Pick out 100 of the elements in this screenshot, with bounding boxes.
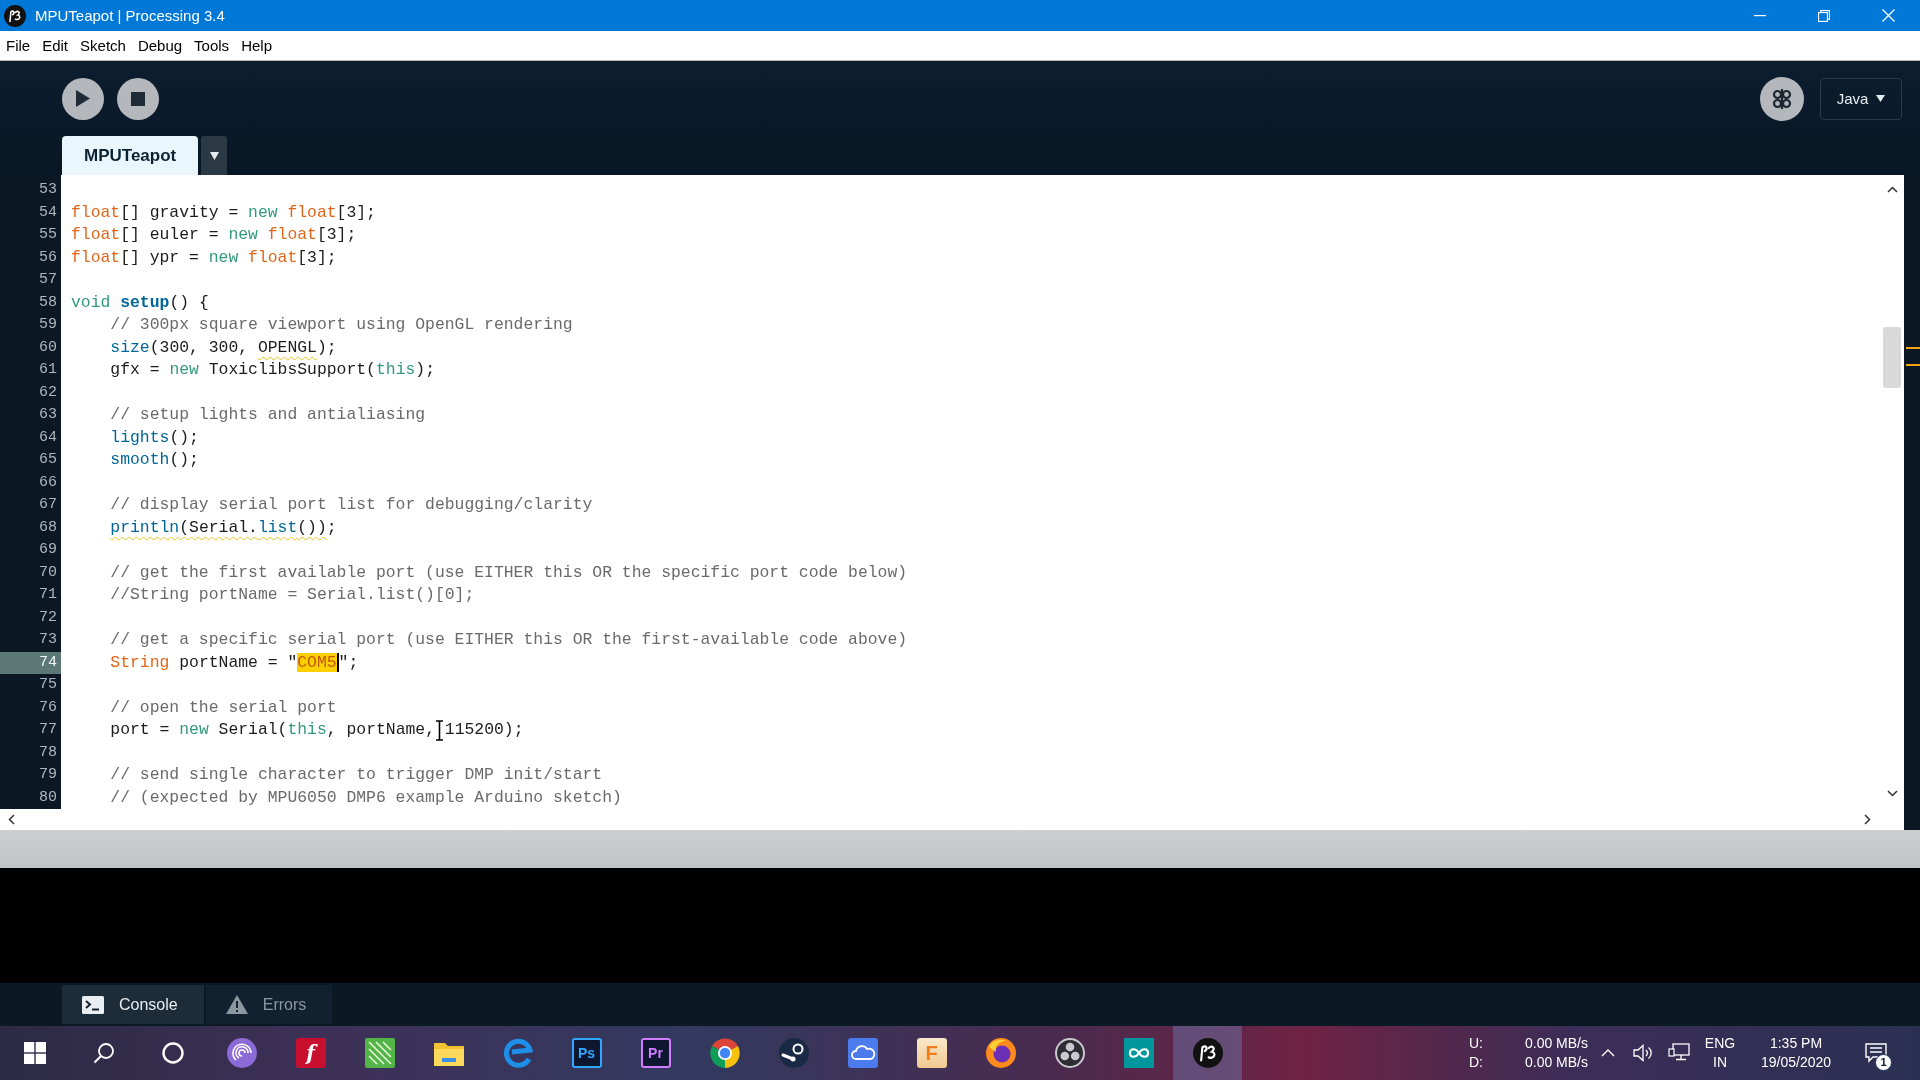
speaker-icon — [1633, 1044, 1653, 1062]
line-number: 68 — [38, 517, 58, 538]
code-line: lights(); — [110, 427, 199, 448]
menu-item[interactable]: Debug — [131, 31, 189, 60]
text-cursor-icon — [435, 719, 445, 741]
line-number: 76 — [38, 697, 58, 718]
caret-icon — [1876, 95, 1886, 102]
ring-icon — [161, 1042, 184, 1064]
caret-icon — [209, 151, 219, 160]
line-number: 75 — [38, 675, 58, 695]
line-number: 54 — [38, 202, 58, 223]
app-logo-tile: Ps — [571, 1038, 602, 1068]
code-line: // (expected by MPU6050 DMP6 example Arduino sketch) — [110, 787, 622, 808]
swirl-icon — [502, 1038, 533, 1068]
code-line: void setup() { — [71, 292, 209, 313]
line-number: 73 — [38, 630, 58, 650]
menu-item[interactable]: Help — [235, 31, 278, 60]
line-number: 58 — [38, 292, 58, 313]
console-tab[interactable]: Errors — [205, 985, 333, 1024]
code-line: gfx = new ToxiclibsSupport(this); — [110, 360, 435, 381]
code-line: "; — [338, 652, 359, 673]
window-title: MPUTeapot | Processing 3.4 — [35, 7, 225, 24]
warning-marker-icon — [1906, 347, 1920, 349]
line-number: 63 — [38, 405, 58, 425]
line-number: 64 — [38, 427, 58, 448]
minimize-icon — [1754, 14, 1766, 17]
chevron-up-icon — [1601, 1049, 1615, 1057]
menu-item[interactable]: File — [0, 31, 37, 60]
code-line: // get a specific serial port (use EITHER this OR the first-available code above) — [110, 630, 908, 651]
tab-menu-button[interactable] — [201, 136, 228, 175]
line-number: 78 — [38, 742, 58, 763]
stop-icon — [131, 91, 145, 106]
console-tab[interactable]: Console — [62, 985, 204, 1024]
line-number: 71 — [38, 585, 58, 605]
menu-item[interactable]: Edit — [36, 31, 75, 60]
notifications-button[interactable]: 1 — [1852, 1030, 1900, 1076]
scroll-right-icon — [1864, 814, 1871, 825]
code-line: println(Serial.list()); — [110, 517, 337, 538]
stop-button[interactable] — [117, 77, 159, 120]
scroll-down-icon — [1886, 790, 1898, 797]
code-line: float[] euler = new float[3]; — [71, 225, 357, 246]
line-number: 65 — [38, 450, 58, 470]
terminal-icon — [82, 995, 104, 1014]
taskbar-app-button[interactable]: Pr — [621, 1026, 690, 1080]
language-button[interactable]: ENG IN — [1700, 1030, 1740, 1076]
code-line: // setup lights and antialiasing — [110, 405, 426, 426]
line-number: 60 — [38, 337, 58, 358]
line-number: 57 — [38, 270, 58, 290]
monitor-icon — [1668, 1043, 1690, 1063]
line-number: 74 — [0, 651, 61, 674]
code-line: String portName = "COM5 — [110, 652, 337, 673]
line-number: 55 — [38, 225, 58, 245]
mode-selector[interactable]: Java — [1820, 77, 1902, 120]
app-logo-tile: f — [295, 1038, 326, 1068]
sketch-tab[interactable]: MPUTeapot — [62, 136, 199, 175]
taskbar-app-button[interactable]: Ps — [552, 1026, 621, 1080]
taskbar-app-button[interactable]: f — [276, 1026, 345, 1080]
line-number: 69 — [38, 540, 58, 560]
menu-item[interactable]: Tools — [188, 31, 236, 60]
line-number: 72 — [38, 607, 58, 628]
clock-button[interactable]: 1:35 PM 19/05/2020 — [1746, 1030, 1846, 1076]
line-number: 62 — [38, 382, 58, 403]
code-line: float[] ypr = new float[3]; — [71, 247, 337, 268]
code-line: smooth(); — [110, 450, 199, 471]
code-line: float[] gravity = new float[3]; — [71, 202, 376, 223]
app-logo-icon — [1192, 1038, 1223, 1068]
code-line: //String portName = Serial.list()[0]; — [110, 585, 475, 606]
code-line: 115200); — [444, 720, 524, 741]
windows-logo-icon — [23, 1042, 46, 1064]
speed-label: D: — [1469, 1053, 1483, 1072]
folder-icon — [433, 1040, 464, 1066]
line-number: 53 — [38, 180, 58, 200]
butterfly-icon — [1770, 86, 1794, 111]
line-number: 77 — [38, 720, 58, 740]
code-line: port = new Serial(this, portName, — [110, 720, 435, 741]
taskbar-app-button[interactable] — [1173, 1026, 1242, 1080]
debugger-button[interactable] — [1760, 76, 1804, 121]
code-line: // display serial port list for debugging/clarity — [110, 495, 593, 516]
speed-label: U: — [1469, 1034, 1483, 1053]
line-number: 66 — [38, 472, 58, 493]
line-number: 56 — [38, 247, 58, 268]
scroll-thumb[interactable] — [1883, 327, 1901, 388]
run-button[interactable] — [62, 77, 104, 120]
app-logo-tile: Pr — [640, 1038, 671, 1068]
speed-value: 0.00 MB/s — [1524, 1034, 1588, 1053]
disc-icon — [778, 1038, 809, 1068]
line-number: 80 — [38, 787, 58, 808]
speed-value: 0.00 MB/s — [1524, 1053, 1588, 1072]
line-number: 70 — [38, 562, 58, 583]
code-line: // 300px square viewport using OpenGL rendering — [110, 315, 573, 336]
app-logo-tile: F — [916, 1038, 947, 1068]
menu-item[interactable]: Sketch — [74, 31, 132, 60]
code-line: size(300, 300, OPENGL); — [110, 337, 337, 358]
app-logo-icon — [4, 4, 26, 27]
scroll-left-icon — [8, 814, 15, 825]
cloud-icon — [847, 1038, 878, 1068]
code-line: // open the serial port — [110, 697, 337, 718]
warning-icon — [225, 995, 248, 1014]
warning-marker-icon — [1906, 364, 1920, 366]
infinity-icon — [1123, 1038, 1154, 1068]
